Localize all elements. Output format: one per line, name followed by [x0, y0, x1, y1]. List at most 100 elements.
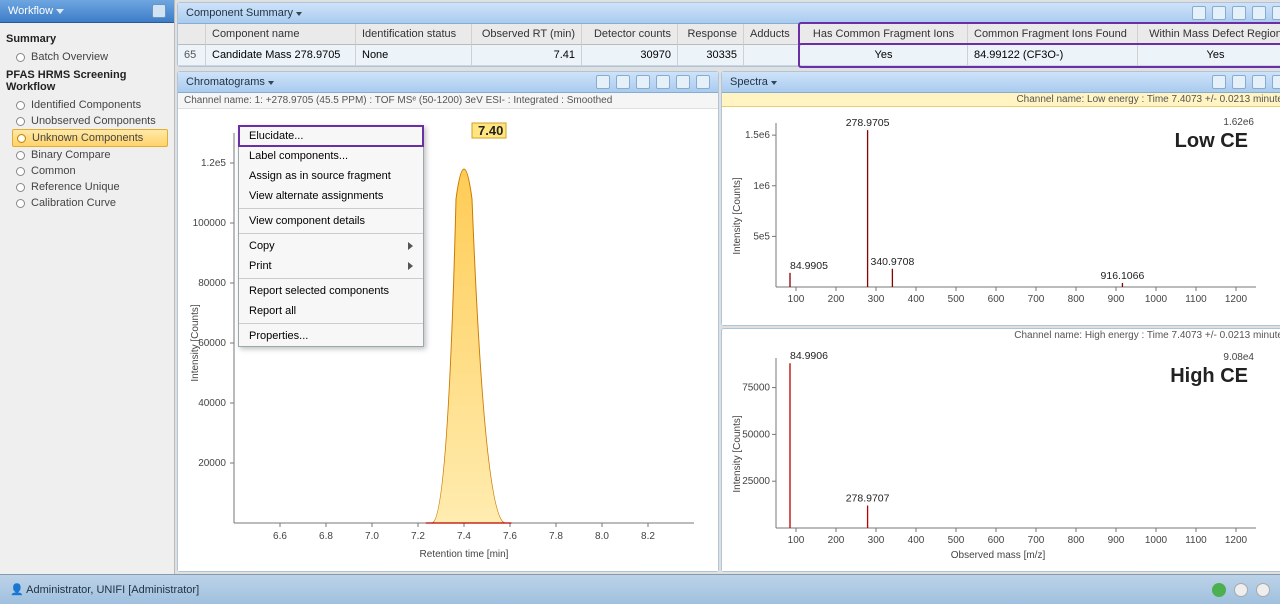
menu-assign-source[interactable]: Assign as in source fragment: [239, 166, 423, 186]
menu-report-selected[interactable]: Report selected components: [239, 281, 423, 301]
pin-icon[interactable]: [152, 4, 166, 18]
svg-text:8.0: 8.0: [595, 531, 609, 542]
chromatograms-pane: Chromatograms Channel name: 1: +278.9705…: [177, 71, 719, 572]
spectrum-low-chart[interactable]: 1002003004005006007008009001000110012005…: [722, 107, 1280, 325]
col-counts[interactable]: Detector counts: [582, 24, 678, 45]
cell-massdefect: Yes: [1138, 45, 1280, 66]
component-summary-header[interactable]: Component Summary: [178, 3, 1280, 24]
menu-copy[interactable]: Copy: [239, 236, 423, 256]
svg-text:200: 200: [828, 294, 845, 305]
svg-text:7.4: 7.4: [457, 531, 471, 542]
channel-name: Channel name: 1: +278.9705 (45.5 PPM) : …: [178, 93, 718, 109]
table-header-row: Component name Identification status Obs…: [178, 24, 1280, 45]
chromatogram-chart[interactable]: Elucidate... Label components... Assign …: [178, 109, 718, 571]
col-component-name[interactable]: Component name: [206, 24, 356, 45]
radio-icon: [16, 167, 25, 176]
col-massdefect[interactable]: Within Mass Defect Region: [1138, 24, 1280, 45]
toolbar-icon[interactable]: [1212, 75, 1226, 89]
component-table: Component name Identification status Obs…: [178, 24, 1280, 66]
svg-text:Retention time [min]: Retention time [min]: [420, 549, 509, 560]
toolbar-icon[interactable]: [1212, 6, 1226, 20]
toolbar-icon[interactable]: [636, 75, 650, 89]
sidebar-heading: PFAS HRMS Screening Workflow: [6, 69, 168, 93]
menu-view-alternate[interactable]: View alternate assignments: [239, 186, 423, 206]
svg-text:1e6: 1e6: [753, 181, 770, 192]
sidebar-item-unknown[interactable]: Unknown Components: [12, 129, 168, 147]
menu-label-components[interactable]: Label components...: [239, 146, 423, 166]
status-ok-icon: [1212, 583, 1226, 597]
toolbar-icon[interactable]: [1232, 6, 1246, 20]
spectra-pane-high: Channel name: High energy : Time 7.4073 …: [721, 328, 1280, 572]
menu-properties[interactable]: Properties...: [239, 326, 423, 346]
radio-icon: [16, 117, 25, 126]
toolbar-icon[interactable]: [1252, 75, 1266, 89]
table-row[interactable]: 65 Candidate Mass 278.9705 None 7.41 309…: [178, 45, 1280, 66]
svg-text:84.9905: 84.9905: [790, 260, 828, 272]
svg-text:400: 400: [908, 294, 925, 305]
radio-icon: [16, 183, 25, 192]
spectrum-low-svg: 1002003004005006007008009001000110012005…: [728, 111, 1268, 321]
toolbar-icon[interactable]: [696, 75, 710, 89]
svg-text:25000: 25000: [742, 476, 770, 487]
sidebar-header[interactable]: Workflow: [0, 0, 174, 23]
chevron-down-icon: [296, 12, 302, 16]
sidebar-item-identified[interactable]: Identified Components: [6, 97, 168, 113]
menu-report-all[interactable]: Report all: [239, 301, 423, 321]
col-response[interactable]: Response: [678, 24, 744, 45]
toolbar-icon[interactable]: [596, 75, 610, 89]
cell-id-status: None: [356, 45, 472, 66]
svg-text:500: 500: [948, 294, 965, 305]
sidebar-item-refunique[interactable]: Reference Unique: [6, 179, 168, 195]
menu-separator: [239, 208, 423, 209]
toolbar-icon[interactable]: [1192, 6, 1206, 20]
dropdown-icon: [56, 9, 64, 14]
svg-text:800: 800: [1068, 294, 1085, 305]
toolbar-icon[interactable]: [616, 75, 630, 89]
submenu-arrow-icon: [408, 242, 413, 250]
col-commonfound[interactable]: Common Fragment Ions Found: [968, 24, 1138, 45]
svg-text:100000: 100000: [193, 218, 227, 229]
svg-text:1.62e6: 1.62e6: [1223, 117, 1254, 128]
chromatograms-header[interactable]: Chromatograms: [178, 72, 718, 93]
svg-text:7.0: 7.0: [365, 531, 379, 542]
svg-text:7.40: 7.40: [478, 123, 503, 138]
sidebar-item-calibration[interactable]: Calibration Curve: [6, 195, 168, 211]
toolbar-icon[interactable]: [676, 75, 690, 89]
col-hascommon[interactable]: Has Common Fragment Ions: [800, 24, 968, 45]
svg-text:700: 700: [1028, 294, 1045, 305]
status-bar: 👤 Administrator, UNIFI [Administrator]: [0, 574, 1280, 604]
col-rt[interactable]: Observed RT (min): [472, 24, 582, 45]
spectra-header[interactable]: Spectra: [722, 72, 1280, 93]
toolbar-icon[interactable]: [656, 75, 670, 89]
menu-elucidate[interactable]: Elucidate...: [239, 126, 423, 146]
toolbar-icon[interactable]: [1252, 6, 1266, 20]
sidebar-item-unobserved[interactable]: Unobserved Components: [6, 113, 168, 129]
svg-text:600: 600: [988, 535, 1005, 546]
svg-text:6.8: 6.8: [319, 531, 333, 542]
menu-view-details[interactable]: View component details: [239, 211, 423, 231]
status-user: Administrator, UNIFI [Administrator]: [26, 584, 199, 596]
svg-text:20000: 20000: [198, 458, 226, 469]
menu-print[interactable]: Print: [239, 256, 423, 276]
spectrum-high-chart[interactable]: 1002003004005006007008009001000110012002…: [722, 342, 1280, 571]
row-index: 65: [178, 45, 206, 66]
toolbar-icon[interactable]: [1272, 75, 1280, 89]
svg-text:300: 300: [868, 294, 885, 305]
sidebar-item-binary[interactable]: Binary Compare: [6, 147, 168, 163]
spectra-pane-low: Spectra Channel name: Low energy : Time …: [721, 71, 1280, 326]
svg-text:Intensity [Counts]: Intensity [Counts]: [190, 304, 201, 381]
svg-text:75000: 75000: [742, 383, 770, 394]
toolbar-icon[interactable]: [1232, 75, 1246, 89]
svg-text:Intensity [Counts]: Intensity [Counts]: [732, 177, 743, 254]
col-adducts[interactable]: Adducts: [744, 24, 800, 45]
svg-text:1200: 1200: [1225, 535, 1248, 546]
sidebar-item-common[interactable]: Common: [6, 163, 168, 179]
sidebar-item-batch-overview[interactable]: Batch Overview: [6, 49, 168, 65]
svg-text:100: 100: [788, 294, 805, 305]
svg-text:700: 700: [1028, 535, 1045, 546]
user-icon: 👤: [10, 584, 24, 596]
radio-icon: [16, 151, 25, 160]
toolbar-icon[interactable]: [1272, 6, 1280, 20]
col-id-status[interactable]: Identification status: [356, 24, 472, 45]
chevron-down-icon: [771, 81, 777, 85]
